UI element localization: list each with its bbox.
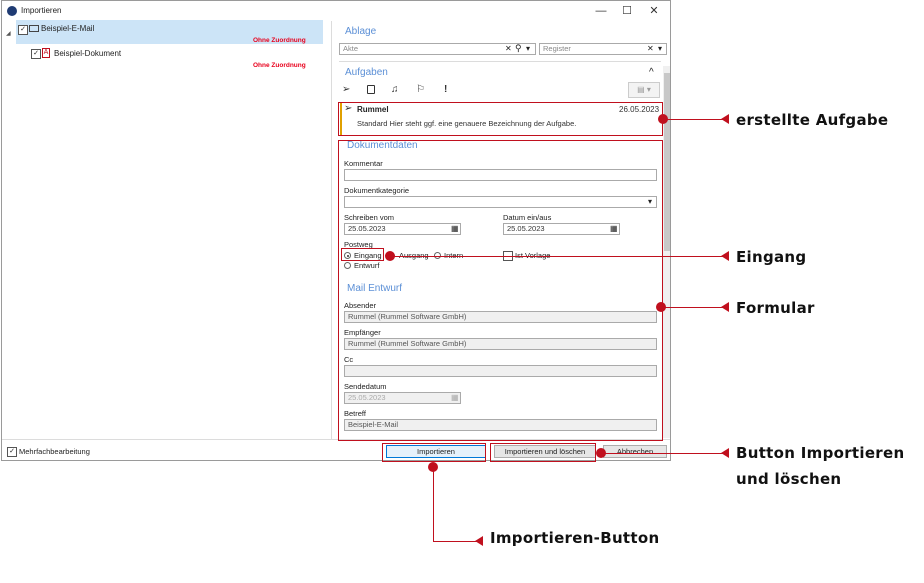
ablage-title: Ablage [345,26,377,37]
callout-line [661,307,723,308]
minimize-button[interactable]: — [589,3,613,19]
email-status: Ohne Zuordnung [253,37,306,44]
scrollbar-thumb[interactable] [664,73,670,251]
callout-loeschen-line1: Button Importieren [736,444,905,462]
callout-arrow-icon [475,536,483,546]
close-button[interactable]: ✕ [642,3,666,19]
highlight-formular [338,140,663,441]
aufgaben-title: Aufgaben [345,67,388,78]
callout-loeschen-line2: und löschen [736,470,842,488]
callout-arrow-icon [721,114,729,124]
tree-item-email[interactable]: Beispiel-E-Mail [41,24,94,33]
mehrfach-label[interactable]: Mehrfachbearbeitung [19,447,90,456]
tree-expander-icon[interactable]: ◢ [6,30,11,37]
send-icon[interactable]: ➢ [342,85,350,95]
callout-line [433,467,434,541]
divider [339,61,661,62]
app-icon [7,6,17,16]
abbrechen-button[interactable]: Abbrechen [603,445,667,458]
callout-aufgabe: erstellte Aufgabe [736,111,889,129]
callout-line [433,541,477,542]
priority-icon[interactable]: ! [444,85,447,95]
pdf-icon: A [42,48,50,58]
callout-eingang: Eingang [736,248,807,266]
bell-icon[interactable]: ♫ [391,85,399,95]
akte-dropdown-icon[interactable]: ▾ [526,44,530,53]
highlight-eingang [341,248,384,261]
maximize-button[interactable]: ☐ [615,3,639,19]
callout-line [663,119,723,120]
delete-task-icon[interactable]: ▤ ▾ [628,82,660,98]
envelope-icon [29,25,39,32]
window-title: Importieren [21,6,62,15]
document-status: Ohne Zuordnung [253,62,306,69]
callout-arrow-icon [721,302,729,312]
highlight-loeschen [490,443,596,462]
callout-line [601,453,723,454]
register-dropdown-icon[interactable]: ▾ [658,44,662,53]
email-checkbox[interactable]: ✓ [18,25,28,35]
flag-icon[interactable]: ⚐ [416,85,425,95]
title-bar: Importieren — ☐ ✕ [2,1,670,21]
callout-arrow-icon [721,448,729,458]
collapse-icon[interactable]: ^ [649,67,654,78]
tree-item-document[interactable]: Beispiel-Dokument [54,49,121,58]
callout-formular: Formular [736,299,815,317]
highlight-importieren [382,443,486,462]
register-clear-icon[interactable]: ✕ [647,44,654,53]
akte-search-icon[interactable]: ⚲ [515,43,522,54]
callout-arrow-icon [721,251,729,261]
note-icon[interactable] [367,85,375,94]
akte-clear-icon[interactable]: ✕ [505,44,512,53]
callout-line [390,256,723,257]
mehrfach-checkbox[interactable]: ✓ [7,447,17,457]
highlight-aufgabe [338,102,663,136]
callout-importieren: Importieren-Button [490,529,660,547]
document-checkbox[interactable]: ✓ [31,49,41,59]
splitter[interactable] [331,21,332,439]
